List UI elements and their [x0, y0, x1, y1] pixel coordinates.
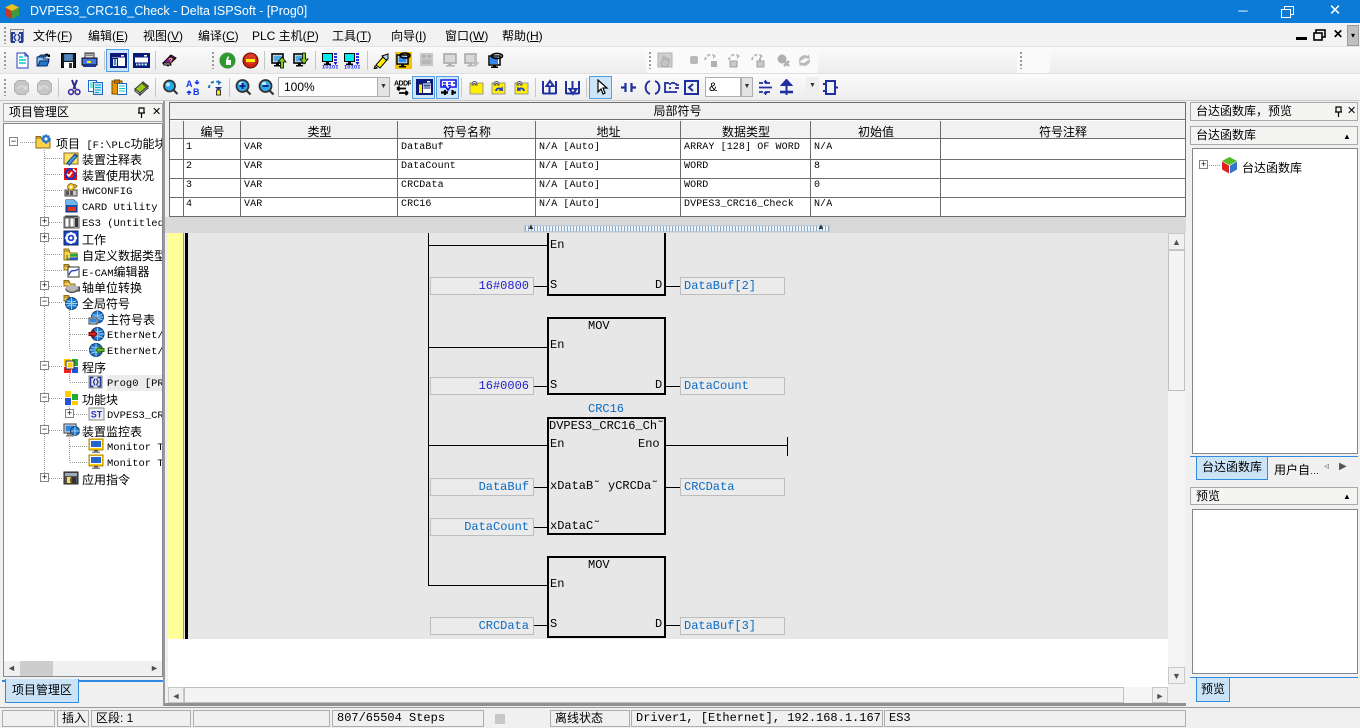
svg-text:IOIOI: IOIOI	[344, 64, 360, 70]
svg-text:B: B	[193, 87, 200, 96]
svg-text:ADDR: ADDR	[394, 81, 411, 88]
svg-text:IOIOI: IOIOI	[322, 64, 338, 70]
svg-text:ST: ST	[91, 410, 103, 420]
svg-text:A: A	[186, 79, 193, 89]
